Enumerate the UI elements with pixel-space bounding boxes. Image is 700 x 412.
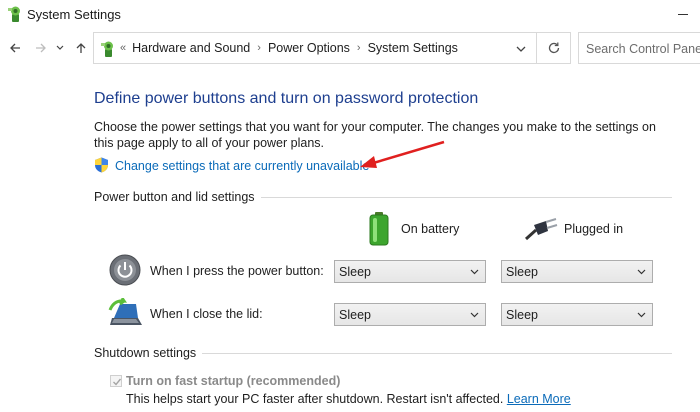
- close-lid-label: When I close the lid:: [150, 307, 263, 321]
- breadcrumb-power-options[interactable]: Power Options: [268, 41, 350, 55]
- breadcrumb: « Hardware and Sound › Power Options › S…: [120, 41, 458, 55]
- recent-locations-button[interactable]: [53, 38, 67, 58]
- back-button[interactable]: [5, 38, 25, 58]
- refresh-icon: [548, 42, 559, 54]
- chevron-down-icon: [470, 269, 479, 275]
- shield-icon: [95, 157, 108, 173]
- power-button-on-battery-select[interactable]: Sleep: [334, 260, 486, 283]
- select-value: Sleep: [506, 265, 538, 279]
- forward-arrow-icon: [36, 43, 46, 53]
- breadcrumb-separator[interactable]: ›: [357, 42, 361, 54]
- power-section-title: Power button and lid settings: [94, 190, 261, 204]
- address-bar[interactable]: « Hardware and Sound › Power Options › S…: [93, 32, 537, 64]
- fast-startup-label: Turn on fast startup (recommended): [126, 374, 341, 388]
- column-plugged-in: Plugged in: [564, 222, 624, 236]
- breadcrumb-separator[interactable]: ›: [257, 42, 261, 54]
- fast-startup-checkbox[interactable]: [110, 375, 122, 387]
- breadcrumb-hardware-and-sound[interactable]: Hardware and Sound: [132, 41, 250, 55]
- change-settings-link[interactable]: Change settings that are currently unava…: [115, 159, 369, 173]
- minimize-button[interactable]: [668, 4, 698, 24]
- annotation-arrow: [360, 140, 445, 168]
- shutdown-section-title: Shutdown settings: [94, 346, 203, 360]
- close-lid-plugged-in-select[interactable]: Sleep: [501, 303, 653, 326]
- control-panel-icon: [101, 41, 113, 57]
- laptop-lid-icon: [108, 298, 142, 325]
- power-plug-icon: [524, 218, 558, 241]
- fast-startup-help: This helps start your PC faster after sh…: [126, 392, 571, 406]
- breadcrumb-overflow[interactable]: «: [120, 42, 126, 54]
- navigation-bar: « Hardware and Sound › Power Options › S…: [0, 32, 700, 64]
- power-button-label: When I press the power button:: [150, 264, 324, 278]
- back-arrow-icon: [10, 43, 20, 53]
- chevron-down-icon: [470, 312, 479, 318]
- window-title: System Settings: [27, 7, 121, 22]
- select-value: Sleep: [506, 308, 538, 322]
- search-input[interactable]: Search Control Panel: [578, 32, 700, 64]
- power-button-icon: [109, 254, 141, 286]
- checkmark-icon: [113, 378, 122, 386]
- close-lid-on-battery-select[interactable]: Sleep: [334, 303, 486, 326]
- up-arrow-icon: [76, 43, 86, 53]
- chevron-down-icon: [637, 312, 646, 318]
- page-title: Define power buttons and turn on passwor…: [94, 90, 479, 107]
- up-button[interactable]: [71, 38, 91, 58]
- chevron-down-icon: [56, 45, 64, 50]
- chevron-down-icon: [637, 269, 646, 275]
- select-value: Sleep: [339, 308, 371, 322]
- column-on-battery: On battery: [401, 222, 460, 236]
- breadcrumb-system-settings[interactable]: System Settings: [368, 41, 458, 55]
- battery-icon: [369, 212, 389, 246]
- refresh-button[interactable]: [537, 32, 571, 64]
- learn-more-link[interactable]: Learn More: [507, 392, 571, 406]
- title-bar: System Settings: [0, 0, 700, 30]
- control-panel-icon: [8, 6, 20, 22]
- power-button-plugged-in-select[interactable]: Sleep: [501, 260, 653, 283]
- chevron-down-icon[interactable]: [514, 42, 528, 56]
- forward-button[interactable]: [31, 38, 51, 58]
- select-value: Sleep: [339, 265, 371, 279]
- fast-startup-help-text: This helps start your PC faster after sh…: [126, 392, 504, 406]
